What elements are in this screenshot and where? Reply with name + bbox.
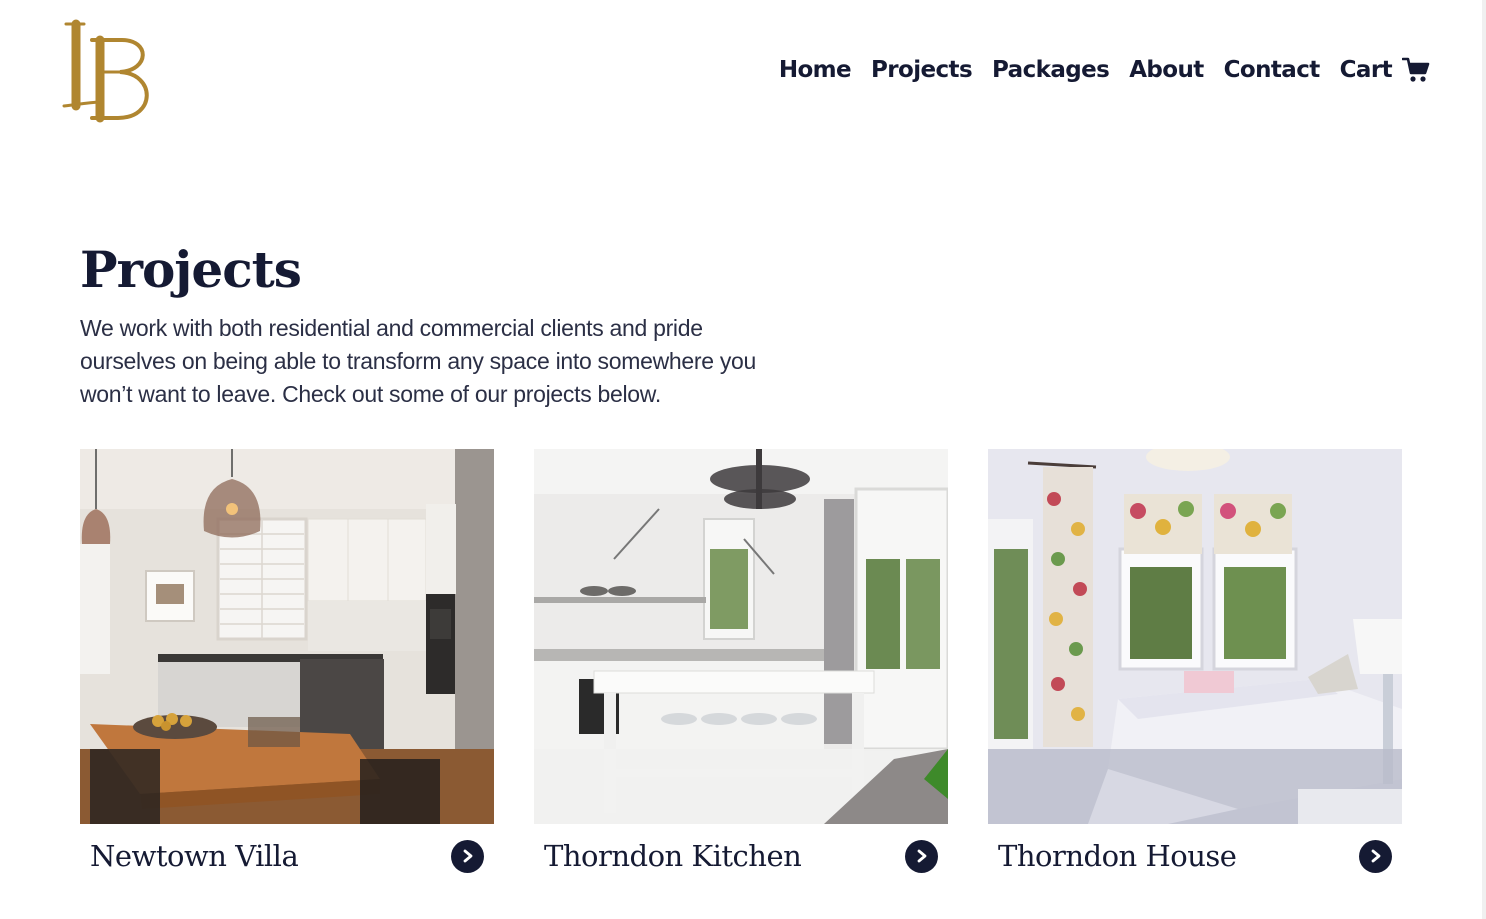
project-image-thorndon-kitchen[interactable]: [534, 449, 948, 824]
project-title[interactable]: Thorndon House: [998, 839, 1237, 873]
brand-logo[interactable]: [62, 18, 158, 124]
chevron-right-icon[interactable]: [1359, 839, 1392, 873]
page-title: Projects: [80, 240, 302, 299]
project-title[interactable]: Newtown Villa: [90, 839, 299, 873]
newtown-villa-photo: [80, 449, 494, 824]
page-intro: We work with both residential and commer…: [80, 315, 757, 407]
lb-monogram: [62, 19, 149, 123]
nav-packages[interactable]: Packages: [992, 57, 1110, 83]
nav-contact[interactable]: Contact: [1224, 57, 1321, 83]
cart-icon: [1401, 56, 1430, 84]
nav-cart[interactable]: Cart: [1340, 56, 1430, 84]
nav-cart-label: Cart: [1339, 57, 1393, 83]
thorndon-kitchen-photo: [534, 449, 948, 824]
project-card-footer: Newtown Villa: [80, 824, 494, 888]
chevron-right-icon[interactable]: [451, 839, 484, 873]
nav-home[interactable]: Home: [779, 57, 852, 83]
project-card-footer: Thorndon Kitchen: [534, 824, 948, 888]
thorndon-house-photo: [988, 449, 1402, 824]
nav-projects[interactable]: Projects: [871, 57, 973, 83]
nav-about[interactable]: About: [1129, 57, 1204, 83]
main-nav: Home Projects Packages About Contact Car…: [779, 56, 1430, 84]
project-image-newtown-villa[interactable]: [80, 449, 494, 824]
project-card-thorndon-kitchen[interactable]: Thorndon Kitchen: [534, 449, 948, 888]
project-title[interactable]: Thorndon Kitchen: [544, 839, 802, 873]
chevron-right-icon[interactable]: [905, 839, 938, 873]
project-card-thorndon-house[interactable]: Thorndon House: [988, 449, 1402, 888]
project-card-footer: Thorndon House: [988, 824, 1402, 888]
scrollbar-track[interactable]: [1482, 0, 1486, 919]
project-grid: Newtown Villa Thorndon Kitchen Thorndon …: [80, 449, 1402, 888]
project-card-newtown-villa[interactable]: Newtown Villa: [80, 449, 494, 888]
project-image-thorndon-house[interactable]: [988, 449, 1402, 824]
